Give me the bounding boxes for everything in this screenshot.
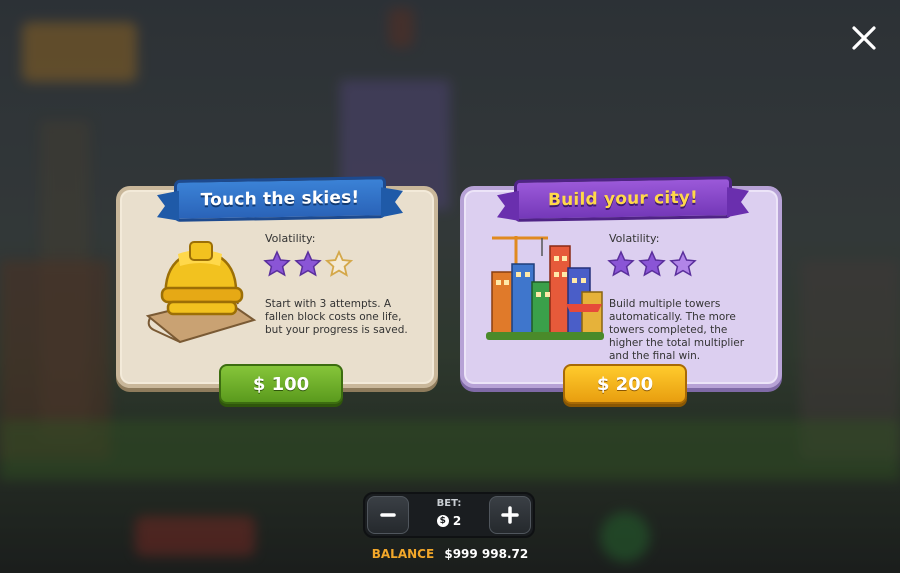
- play-touch-the-skies-button[interactable]: $ 100: [219, 364, 343, 404]
- star-empty-icon: [325, 250, 353, 277]
- volatility-label: Volatility:: [609, 232, 660, 245]
- close-button[interactable]: [846, 20, 882, 56]
- volatility-rating: [607, 250, 697, 278]
- dollar-coin-icon: $: [436, 515, 449, 527]
- mode-title: Touch the skies!: [200, 187, 360, 211]
- hard-hat-blueprint-icon: [145, 241, 257, 344]
- volatility-label: Volatility:: [265, 232, 316, 245]
- mode-card-touch-the-skies[interactable]: Touch the skies! Volatility: Start with …: [116, 176, 438, 404]
- balance-value: $999 998.72: [444, 547, 529, 561]
- ribbon-tail-icon: [727, 187, 749, 218]
- balance-label: BALANCE: [371, 547, 435, 561]
- bet-control: BET: $ 2: [363, 492, 535, 538]
- star-filled-icon: [669, 250, 697, 277]
- balance-display: BALANCE $999 998.72: [0, 547, 900, 561]
- increase-bet-button[interactable]: [489, 496, 531, 534]
- close-icon: [852, 26, 876, 50]
- ribbon-tail-icon: [381, 187, 403, 218]
- mode-card-build-your-city[interactable]: Build your city! Volatility: Build multi…: [460, 176, 782, 404]
- city-towers-crane-icon: [486, 236, 604, 340]
- plus-icon: [501, 506, 519, 524]
- volatility-rating: [263, 250, 353, 278]
- mode-title-banner: Touch the skies!: [157, 176, 403, 222]
- mode-title: Build your city!: [547, 187, 699, 211]
- star-filled-icon: [607, 250, 635, 277]
- star-filled-icon: [638, 250, 666, 277]
- mode-description: Build multiple towers automatically. The…: [609, 298, 745, 362]
- star-filled-icon: [263, 250, 291, 277]
- star-filled-icon: [294, 250, 322, 277]
- play-build-your-city-button[interactable]: $ 200: [563, 364, 687, 404]
- mode-description: Start with 3 attempts. A fallen block co…: [265, 298, 408, 336]
- bet-value: 2: [452, 514, 462, 528]
